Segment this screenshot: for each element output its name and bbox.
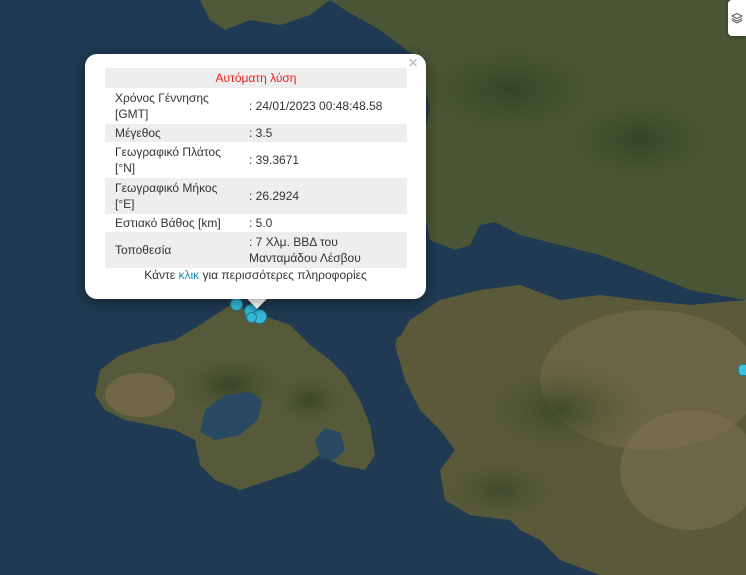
table-row: Χρόνος Γέννησης [GMT] : 24/01/2023 00:48…	[105, 88, 407, 124]
row-value: : 5.0	[249, 216, 273, 230]
close-icon[interactable]: ×	[406, 56, 420, 72]
table-row: Γεωγραφικό Πλάτος [°N] : 39.3671	[105, 142, 407, 178]
table-row: Μέγεθος : 3.5	[105, 124, 407, 142]
row-label: Γεωγραφικό Πλάτος [°N]	[115, 145, 221, 175]
row-label: Εστιακό Βάθος [km]	[115, 216, 221, 230]
more-info-prefix: Κάντε	[144, 268, 176, 282]
row-value: : 24/01/2023 00:48:48.58	[249, 99, 383, 113]
more-info-line: Κάντε κλικ για περισσότερες πληροφορίες	[85, 268, 426, 282]
layers-button[interactable]	[728, 0, 746, 36]
more-info-link[interactable]: κλικ	[178, 268, 199, 282]
row-label: Μέγεθος	[105, 124, 239, 142]
earthquake-info-table: Αυτόματη λύση Χρόνος Γέννησης [GMT] : 24…	[105, 68, 407, 268]
more-info-suffix: για περισσότερες πληροφορίες	[202, 268, 367, 282]
popup-header-row: Αυτόματη λύση	[105, 68, 407, 88]
row-value: : 7 Χλμ. ΒΒΔ του Μανταμάδου Λέσβου	[239, 232, 407, 268]
earthquake-marker[interactable]	[246, 312, 257, 323]
row-value: : 3.5	[239, 124, 407, 142]
row-label: Τοποθεσία	[105, 232, 239, 268]
popup-header: Αυτόματη λύση	[105, 68, 407, 88]
row-label: Γεωγραφικό Μήκος [°E]	[105, 178, 239, 214]
row-value: : 26.2924	[239, 178, 407, 214]
table-row: Εστιακό Βάθος [km] : 5.0	[105, 214, 407, 232]
earthquake-marker[interactable]	[230, 298, 243, 311]
row-label: Χρόνος Γέννησης [GMT]	[115, 91, 209, 121]
earthquake-marker-edge[interactable]	[738, 364, 746, 376]
row-value: : 39.3671	[249, 153, 300, 167]
table-row: Γεωγραφικό Μήκος [°E] : 26.2924	[105, 178, 407, 214]
table-row: Τοποθεσία : 7 Χλμ. ΒΒΔ του Μανταμάδου Λέ…	[105, 232, 407, 268]
earthquake-popup: × Αυτόματη λύση Χρόνος Γέννησης [GMT] : …	[85, 54, 426, 299]
layers-icon	[731, 12, 743, 24]
